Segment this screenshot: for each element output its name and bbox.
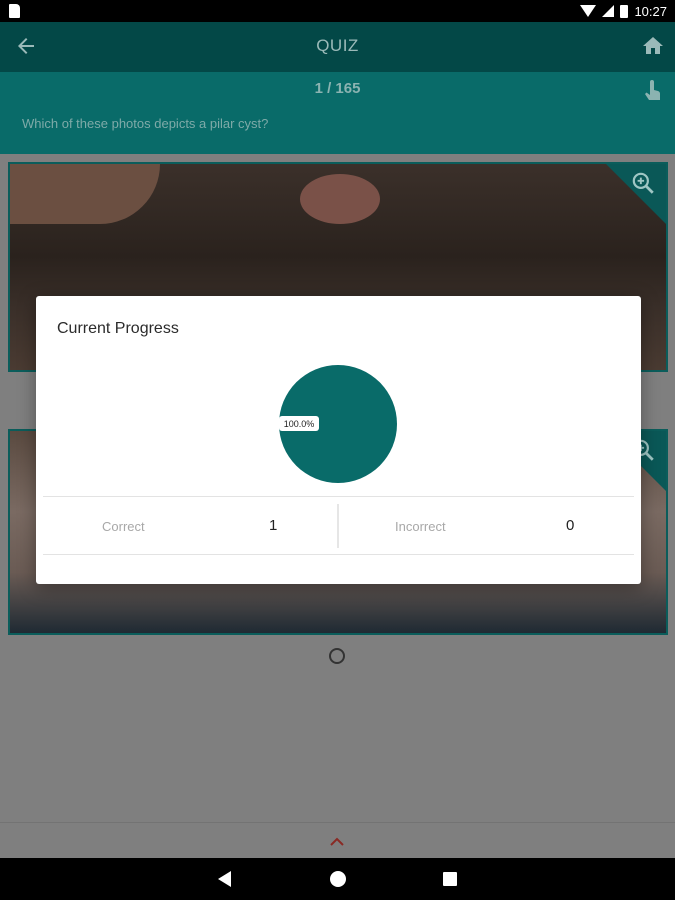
nav-home-button[interactable] bbox=[330, 871, 346, 887]
progress-pie-chart: 100.0% bbox=[279, 365, 397, 483]
battery-icon bbox=[620, 4, 629, 18]
pie-label-text: 100.0% bbox=[284, 419, 315, 429]
touch-icon[interactable] bbox=[643, 80, 661, 102]
progress-dialog: Current Progress 100.0% Correct 1 Incorr… bbox=[36, 296, 641, 584]
chevron-up-icon[interactable] bbox=[330, 837, 344, 847]
incorrect-count: 0 bbox=[566, 517, 575, 534]
app-title: QUIZ bbox=[316, 36, 359, 55]
app-bar: QUIZ bbox=[0, 22, 675, 72]
divider bbox=[43, 496, 634, 497]
sim-card-icon bbox=[9, 4, 20, 18]
home-icon[interactable] bbox=[641, 34, 665, 58]
signal-icon bbox=[602, 5, 615, 17]
status-time: 10:27 bbox=[634, 3, 667, 19]
zoom-in-icon[interactable] bbox=[630, 170, 656, 196]
answer-radio-button[interactable] bbox=[329, 648, 345, 664]
photo-cyst-region bbox=[300, 174, 380, 224]
photo-skin-region bbox=[10, 164, 160, 224]
nav-back-button[interactable] bbox=[218, 871, 231, 887]
status-icons: 10:27 bbox=[580, 2, 667, 20]
bottom-bar bbox=[0, 822, 675, 858]
question-header: 1 / 165 Which of these photos depicts a … bbox=[0, 72, 675, 154]
status-bar: 10:27 bbox=[0, 0, 675, 22]
correct-label: Correct bbox=[102, 519, 145, 534]
dialog-title: Current Progress bbox=[57, 320, 179, 337]
system-navigation-bar bbox=[0, 858, 675, 900]
pie-percentage-label: 100.0% bbox=[279, 416, 319, 431]
stats-separator bbox=[337, 504, 339, 548]
correct-count: 1 bbox=[269, 517, 278, 534]
wifi-icon bbox=[580, 5, 597, 17]
divider bbox=[43, 554, 634, 555]
question-text: Which of these photos depicts a pilar cy… bbox=[22, 116, 269, 131]
nav-recents-button[interactable] bbox=[443, 872, 457, 886]
question-counter: 1 / 165 bbox=[314, 80, 361, 97]
incorrect-label: Incorrect bbox=[395, 519, 446, 534]
